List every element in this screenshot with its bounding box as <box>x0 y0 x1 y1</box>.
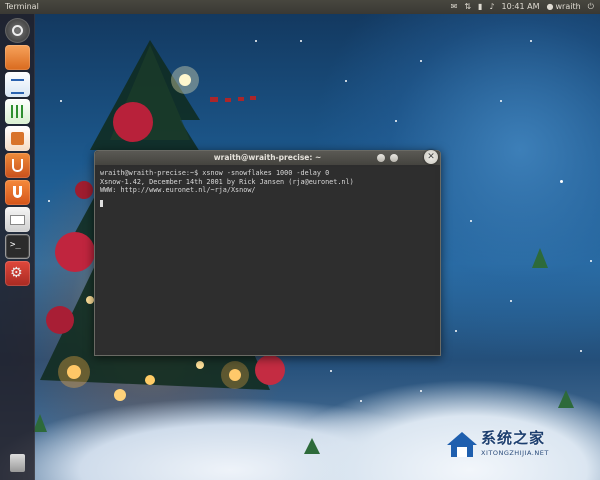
top-panel: Terminal ✉ ⇅ ▮ ♪ 10:41 AM ● wraith ⏻ <box>0 0 600 14</box>
snowflake <box>500 100 502 102</box>
prompt-glyph-icon: >_ <box>10 240 21 250</box>
trash-can-icon <box>10 454 25 472</box>
terminal-line: Xsnow-1.42, December 14th 2001 by Rick J… <box>100 177 354 186</box>
snowflake <box>590 260 592 262</box>
ubuntu-logo-icon <box>12 25 23 36</box>
writer-icon[interactable] <box>5 72 30 97</box>
terminal-line: wraith@wraith-precise:~$ xsnow -snowflak… <box>100 169 330 177</box>
system-tray: ✉ ⇅ ▮ ♪ 10:41 AM ● wraith ⏻ <box>451 0 594 14</box>
snowflake <box>455 330 457 332</box>
spreadsheet-grid-icon <box>11 105 24 118</box>
u-letter-icon <box>13 186 22 198</box>
presentation-icon <box>11 132 24 145</box>
terminal-icon[interactable]: >_ <box>5 234 30 259</box>
snowflake <box>60 100 62 102</box>
snowflake <box>395 120 397 122</box>
snowflake <box>420 390 422 392</box>
document-lines-icon <box>11 79 24 94</box>
terminal-title: wraith@wraith-precise: ~ <box>213 153 322 162</box>
snowflake <box>345 80 347 82</box>
gear-icon: ⚙ <box>10 265 23 281</box>
power-icon[interactable]: ⏻ <box>588 0 594 14</box>
network-icon[interactable]: ⇅ <box>464 0 471 14</box>
settings-icon[interactable]: ⚙ <box>5 261 30 286</box>
software-center-icon[interactable] <box>5 153 30 178</box>
watermark-url: XITONGZHIJIA.NET <box>481 449 549 457</box>
volume-icon[interactable]: ♪ <box>489 0 494 14</box>
terminal-window[interactable]: wraith@wraith-precise: ~ wraith@wraith-p… <box>94 150 441 356</box>
terminal-titlebar[interactable]: wraith@wraith-precise: ~ <box>95 151 440 165</box>
watermark: 系统之家 XITONGZHIJIA.NET <box>445 425 595 465</box>
user-name: wraith <box>555 2 581 11</box>
terminal-line: WWW: http://www.euronet.nl/~rja/Xsnow/ <box>100 186 256 194</box>
active-window-title: Terminal <box>5 2 39 11</box>
mail-icon[interactable] <box>5 207 30 232</box>
envelope-icon <box>10 215 25 225</box>
clock[interactable]: 10:41 AM <box>502 0 540 14</box>
house-logo-icon <box>447 432 477 457</box>
snowflake <box>255 40 257 42</box>
snowflake <box>510 300 512 302</box>
snowflake <box>330 370 332 372</box>
user-icon: ● <box>546 2 554 11</box>
text-cursor <box>100 199 103 207</box>
shopping-bag-icon <box>12 159 23 172</box>
snowflake <box>360 400 362 402</box>
files-icon[interactable] <box>5 45 30 70</box>
snowflake <box>530 40 532 42</box>
impress-icon[interactable] <box>5 126 30 151</box>
terminal-output[interactable]: wraith@wraith-precise:~$ xsnow -snowflak… <box>97 167 435 351</box>
calc-icon[interactable] <box>5 99 30 124</box>
watermark-text: 系统之家 <box>481 429 546 447</box>
snowflake <box>300 40 302 42</box>
trash-icon[interactable] <box>5 450 30 475</box>
snowflake <box>560 180 563 183</box>
battery-icon[interactable]: ▮ <box>478 0 482 14</box>
launcher: >_ ⚙ <box>0 14 35 480</box>
close-button[interactable]: ✕ <box>424 150 438 164</box>
user-menu[interactable]: ● wraith <box>547 0 581 14</box>
ubuntu-one-icon[interactable] <box>5 180 30 205</box>
snowflake <box>48 200 50 202</box>
mail-indicator-icon[interactable]: ✉ <box>451 0 458 14</box>
snowflake <box>420 60 422 62</box>
snowflake <box>470 220 472 222</box>
dash-home-icon[interactable] <box>5 18 30 43</box>
snowflake <box>580 350 582 352</box>
